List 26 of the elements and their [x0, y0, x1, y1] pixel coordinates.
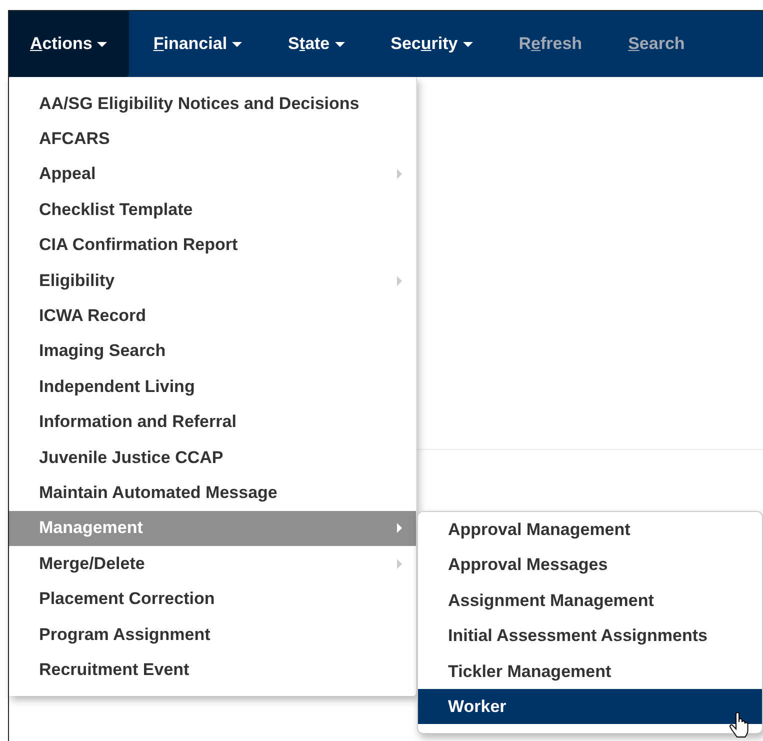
- menu-item[interactable]: Eligibility: [9, 262, 416, 298]
- menu-item[interactable]: Placement Correction: [9, 581, 416, 617]
- submenu-item[interactable]: Assignment Management: [418, 582, 762, 618]
- menu-item[interactable]: Appeal: [9, 156, 416, 192]
- nav-menu-button[interactable]: Security: [370, 11, 495, 77]
- menu-item[interactable]: CIA Confirmation Report: [9, 228, 416, 263]
- submenu-item[interactable]: Approval Messages: [418, 547, 762, 583]
- submenu-item[interactable]: Tickler Management: [418, 654, 762, 689]
- menu-item[interactable]: AFCARS: [9, 121, 416, 157]
- nav-menu-button[interactable]: State: [267, 11, 367, 77]
- menu-item[interactable]: Program Assignment: [9, 616, 416, 652]
- menu-item[interactable]: Merge/Delete: [9, 546, 416, 582]
- menu-item[interactable]: Maintain Automated Message: [9, 475, 416, 511]
- submenu-item[interactable]: Approval Management: [418, 512, 762, 548]
- menu-item[interactable]: Recruitment Event: [9, 652, 416, 688]
- menu-item[interactable]: Checklist Template: [9, 192, 416, 228]
- menu-item[interactable]: ICWA Record: [9, 298, 416, 334]
- submenu-item[interactable]: Initial Assessment Assignments: [418, 618, 762, 654]
- menu-item[interactable]: Information and Referral: [9, 404, 416, 440]
- nav-menu-button[interactable]: Financial: [132, 11, 264, 77]
- nav-menu-button[interactable]: Actions: [9, 11, 130, 77]
- menu-item[interactable]: AA/SG Eligibility Notices and Decisions: [9, 86, 416, 122]
- menu-item[interactable]: Imaging Search: [9, 334, 416, 370]
- submenu-item[interactable]: Worker: [418, 688, 762, 724]
- menu-item[interactable]: Independent Living: [9, 369, 416, 405]
- menu-item[interactable]: Juvenile Justice CCAP: [9, 440, 416, 476]
